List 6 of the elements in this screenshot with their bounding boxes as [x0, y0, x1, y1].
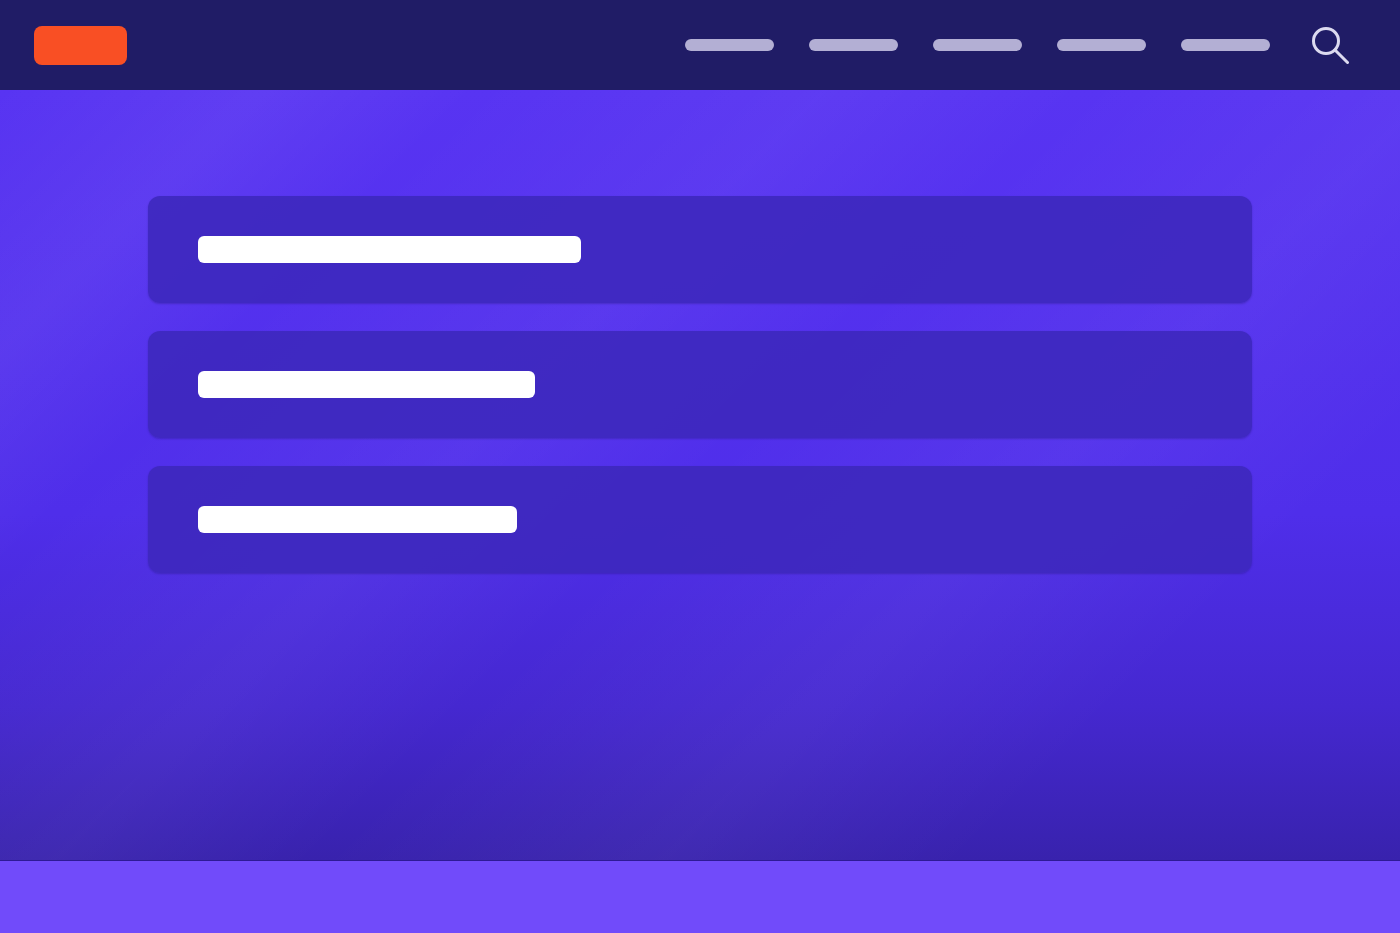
nav-link-placeholder[interactable]: [1181, 39, 1270, 51]
nav-link-placeholder[interactable]: [809, 39, 898, 51]
nav-link-placeholder[interactable]: [1057, 39, 1146, 51]
nav-link-placeholder[interactable]: [685, 39, 774, 51]
search-icon[interactable]: [1311, 26, 1349, 64]
nav-link-placeholder[interactable]: [933, 39, 1022, 51]
